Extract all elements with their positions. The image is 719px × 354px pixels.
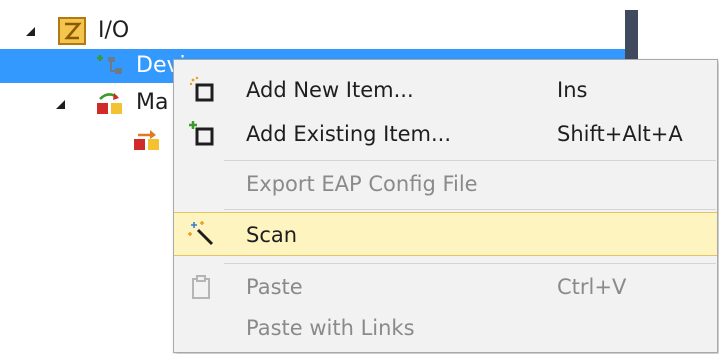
menu-separator: [224, 209, 716, 210]
context-menu: Add New Item... Ins Add Existing Item...…: [173, 59, 718, 353]
menu-item-add-new-item[interactable]: Add New Item... Ins: [174, 70, 717, 110]
collapse-arrow-icon[interactable]: [56, 100, 65, 109]
menu-item-shortcut: Ins: [557, 78, 588, 102]
tree-item-label: I/O: [98, 18, 130, 43]
paste-icon: [188, 273, 216, 301]
add-new-item-icon: [188, 76, 216, 104]
menu-separator: [224, 263, 716, 264]
menu-item-shortcut: Ctrl+V: [557, 275, 627, 299]
add-existing-item-icon: [188, 120, 216, 148]
menu-item-label: Export EAP Config File: [246, 172, 478, 196]
menu-item-label: Add Existing Item...: [246, 122, 452, 146]
menu-item-paste-with-links[interactable]: Paste with Links: [174, 310, 717, 350]
tree-item-label: Ma: [136, 90, 169, 115]
menu-item-label: Add New Item...: [246, 78, 414, 102]
devices-icon: [96, 53, 124, 79]
tree-item-io[interactable]: I/O: [0, 14, 625, 48]
mapping-icon: [132, 125, 162, 153]
io-folder-icon: [58, 17, 86, 45]
menu-item-export-eap-config-file[interactable]: Export EAP Config File: [174, 164, 717, 204]
menu-item-label: Paste: [246, 275, 303, 299]
menu-item-scan[interactable]: Scan: [174, 212, 717, 256]
menu-item-label: Paste with Links: [246, 316, 415, 340]
menu-item-shortcut: Shift+Alt+A: [557, 122, 683, 146]
menu-item-paste[interactable]: Paste Ctrl+V: [174, 267, 717, 307]
menu-item-add-existing-item[interactable]: Add Existing Item... Shift+Alt+A: [174, 114, 717, 154]
menu-item-label: Scan: [246, 223, 298, 247]
mappings-icon: [95, 89, 125, 117]
menu-separator: [224, 160, 716, 161]
magic-wand-icon: [188, 220, 216, 248]
collapse-arrow-icon[interactable]: [26, 27, 35, 36]
